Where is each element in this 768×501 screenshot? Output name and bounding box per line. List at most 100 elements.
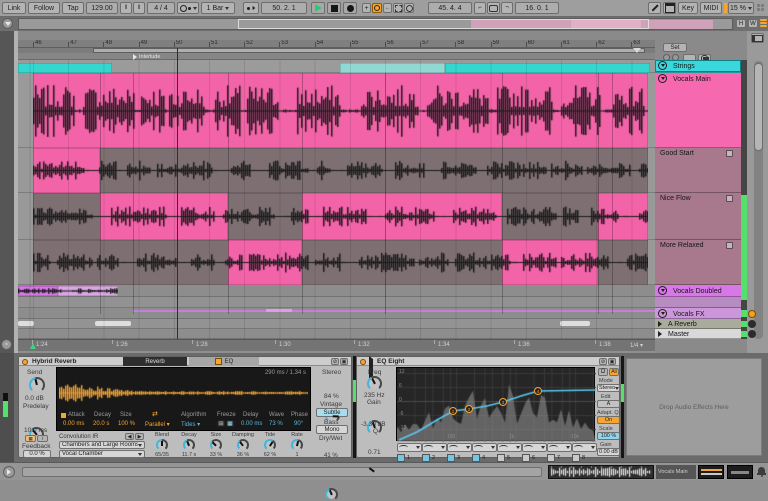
- track-header-vocals-main[interactable]: Vocals Main: [655, 73, 741, 148]
- zoom-back-button[interactable]: ≈: [1, 339, 12, 350]
- device-hybrid-reverb[interactable]: Hybrid Reverb ⊘ ▣ Reverb EQ Send 0.0 dB …: [18, 356, 352, 501]
- unfold-icon[interactable]: [658, 331, 662, 337]
- hr-size-value[interactable]: 100 %: [118, 421, 135, 427]
- group-fold-icon[interactable]: [658, 61, 667, 70]
- eq-band-handle-3[interactable]: 3: [499, 398, 507, 406]
- link-button[interactable]: Link: [2, 2, 26, 14]
- eq-band-handle-2[interactable]: 2: [465, 405, 473, 413]
- follow-playhead-button[interactable]: [243, 2, 259, 14]
- midi-map-button[interactable]: MIDI: [700, 2, 722, 14]
- arrangement-view[interactable]: 46 47 48 49 50 51 52 53 54 55 56 57 58 59 60 61 62 63 Inte…: [18, 31, 655, 353]
- loop-switch[interactable]: [487, 2, 500, 14]
- hr-feedback-value[interactable]: 0.0 %: [23, 450, 51, 458]
- track-header-good-start[interactable]: Good Start: [655, 148, 741, 193]
- knob-dial[interactable]: [210, 439, 222, 451]
- eq-band-handle-1[interactable]: 1: [449, 407, 457, 415]
- knob-value[interactable]: 62 %: [257, 452, 283, 458]
- eq-band-7[interactable]: 7: [547, 443, 572, 462]
- group-fold-icon[interactable]: [658, 74, 667, 83]
- eq-title-bar[interactable]: EQ Eight ⊘ ▣: [357, 356, 619, 379]
- hr-knob-blend[interactable]: Blend 65/35: [149, 432, 175, 459]
- bar-ruler[interactable]: 46 47 48 49 50 51 52 53 54 55 56 57 58 59 60 61 62 63: [18, 40, 655, 48]
- knob-value[interactable]: 65/35: [149, 452, 175, 458]
- computer-midi-keyboard-button[interactable]: [663, 2, 676, 14]
- track-header-vocals-fx[interactable]: Vocals FX: [655, 308, 741, 319]
- track-height-button[interactable]: H: [736, 19, 746, 28]
- track-header-strings[interactable]: Strings: [655, 60, 741, 73]
- take-lane-button[interactable]: [726, 150, 733, 157]
- nudge-down-button[interactable]: ‖: [120, 2, 132, 14]
- device-eq-eight[interactable]: EQ Eight ⊘ ▣ Freq 235 Hz Gain -3.30 dB Q…: [356, 356, 620, 478]
- io-show-icon[interactable]: [751, 33, 764, 43]
- track-header-a-reverb[interactable]: A Reverb: [655, 319, 741, 329]
- hr-title-bar[interactable]: Hybrid Reverb ⊘ ▣ Reverb EQ: [19, 357, 351, 366]
- eq-edit-button[interactable]: A: [597, 400, 620, 408]
- hr-drywet-knob[interactable]: [325, 488, 338, 501]
- group-fold-icon[interactable]: [658, 309, 667, 318]
- knob-value[interactable]: 1: [284, 452, 310, 458]
- hr-balance-icon[interactable]: ⊘: [331, 358, 339, 365]
- hr-knob-tide[interactable]: Tide 62 %: [257, 432, 283, 459]
- take-lane-button[interactable]: [726, 195, 733, 202]
- hr-tab-reverb[interactable]: Reverb: [123, 357, 187, 366]
- band-filter-menu[interactable]: [397, 443, 422, 452]
- locator-interlude[interactable]: Interlude: [133, 53, 160, 60]
- time-signature-field[interactable]: 4 / 4: [147, 2, 175, 14]
- browser-toggle-button[interactable]: [2, 18, 13, 29]
- eq-audition-button[interactable]: Ω: [598, 368, 608, 376]
- strings-clip[interactable]: [445, 63, 650, 73]
- monitor-button-2[interactable]: [748, 330, 756, 338]
- stop-button[interactable]: [327, 2, 341, 14]
- band-filter-menu[interactable]: [547, 443, 572, 452]
- midi-overdub-button[interactable]: +: [362, 3, 371, 13]
- track-header-vocals-doubled[interactable]: Vocals Doubled: [655, 285, 741, 297]
- arrangement-position-field[interactable]: 50. 2. 1: [261, 2, 307, 14]
- hr-knob-damping[interactable]: Damping 36 %: [230, 432, 256, 459]
- hr-freeze-flat-button[interactable]: ▦: [226, 420, 234, 427]
- eq-freq-knob[interactable]: [367, 376, 382, 391]
- vocals-fx-automation-line[interactable]: [133, 310, 655, 312]
- punch-in-button[interactable]: ⌐: [474, 2, 486, 14]
- eq-band-3[interactable]: 3: [447, 443, 472, 462]
- loop-length-field[interactable]: 16. 0. 1: [515, 2, 559, 14]
- knob-dial[interactable]: [183, 439, 195, 451]
- knob-value[interactable]: 11.7 s: [176, 452, 202, 458]
- hr-freeze-button[interactable]: ⊞: [217, 420, 225, 427]
- vocals-fx-clip[interactable]: [266, 309, 292, 312]
- quantize-menu[interactable]: 1 Bar: [201, 2, 235, 14]
- key-map-button[interactable]: Key: [678, 2, 698, 14]
- eq-all-button[interactable]: All: [609, 368, 619, 376]
- band-filter-menu[interactable]: [522, 443, 547, 452]
- track-header-nice-flow[interactable]: Nice Flow: [655, 193, 741, 240]
- hr-ir-file-menu[interactable]: Vocal Chamber: [59, 450, 145, 458]
- hr-freeze-in-button[interactable]: ▦: [25, 435, 36, 442]
- hr-knob-rate[interactable]: Rate 1: [284, 432, 310, 459]
- hr-ir-prev-button[interactable]: ◀: [125, 433, 134, 440]
- hr-ir-category-menu[interactable]: Chambers and Large Rooms: [59, 441, 145, 449]
- eq-output-gain-field[interactable]: 0.00 dB: [597, 448, 620, 456]
- track-header-more-relaxed[interactable]: More Relaxed: [655, 240, 741, 285]
- eq-adaptq-toggle[interactable]: On: [597, 416, 620, 424]
- band-enable-checkbox[interactable]: [397, 454, 405, 462]
- knob-value[interactable]: 33 %: [203, 452, 229, 458]
- hr-attack-value[interactable]: 0.00 ms: [63, 421, 84, 427]
- time-ruler[interactable]: 1:24 1:26 1:28 1:30 1:32 1:34 1:36 1:38 1/4 ▾: [18, 339, 655, 351]
- eq-scale-field[interactable]: 100 %: [597, 432, 620, 440]
- eq-band-4[interactable]: 4: [472, 443, 497, 462]
- punch-out-button[interactable]: ¬: [501, 2, 513, 14]
- band-filter-menu[interactable]: [497, 443, 522, 452]
- set-locator-button[interactable]: Set: [663, 43, 687, 52]
- band-enable-checkbox[interactable]: [422, 454, 430, 462]
- eq-freq-value[interactable]: 235 Hz: [364, 392, 385, 399]
- hr-delay-value[interactable]: 0.00 ms: [241, 421, 262, 427]
- arm-button-vocals-fx[interactable]: [748, 310, 756, 318]
- monitor-button-1[interactable]: [748, 320, 756, 328]
- knob-dial[interactable]: [156, 439, 168, 451]
- follow-button[interactable]: Follow: [28, 2, 60, 14]
- hr-decay-value[interactable]: 20.0 s: [93, 421, 109, 427]
- tempo-field[interactable]: 129.00: [86, 2, 118, 14]
- take-lane-button[interactable]: [726, 242, 733, 249]
- knob-value[interactable]: 36 %: [230, 452, 256, 458]
- hr-knob-size[interactable]: Size 33 %: [203, 432, 229, 459]
- eq-graph[interactable]: 12 6 0 -6 -12 100 1k 10k 1 2 3 4: [396, 367, 596, 442]
